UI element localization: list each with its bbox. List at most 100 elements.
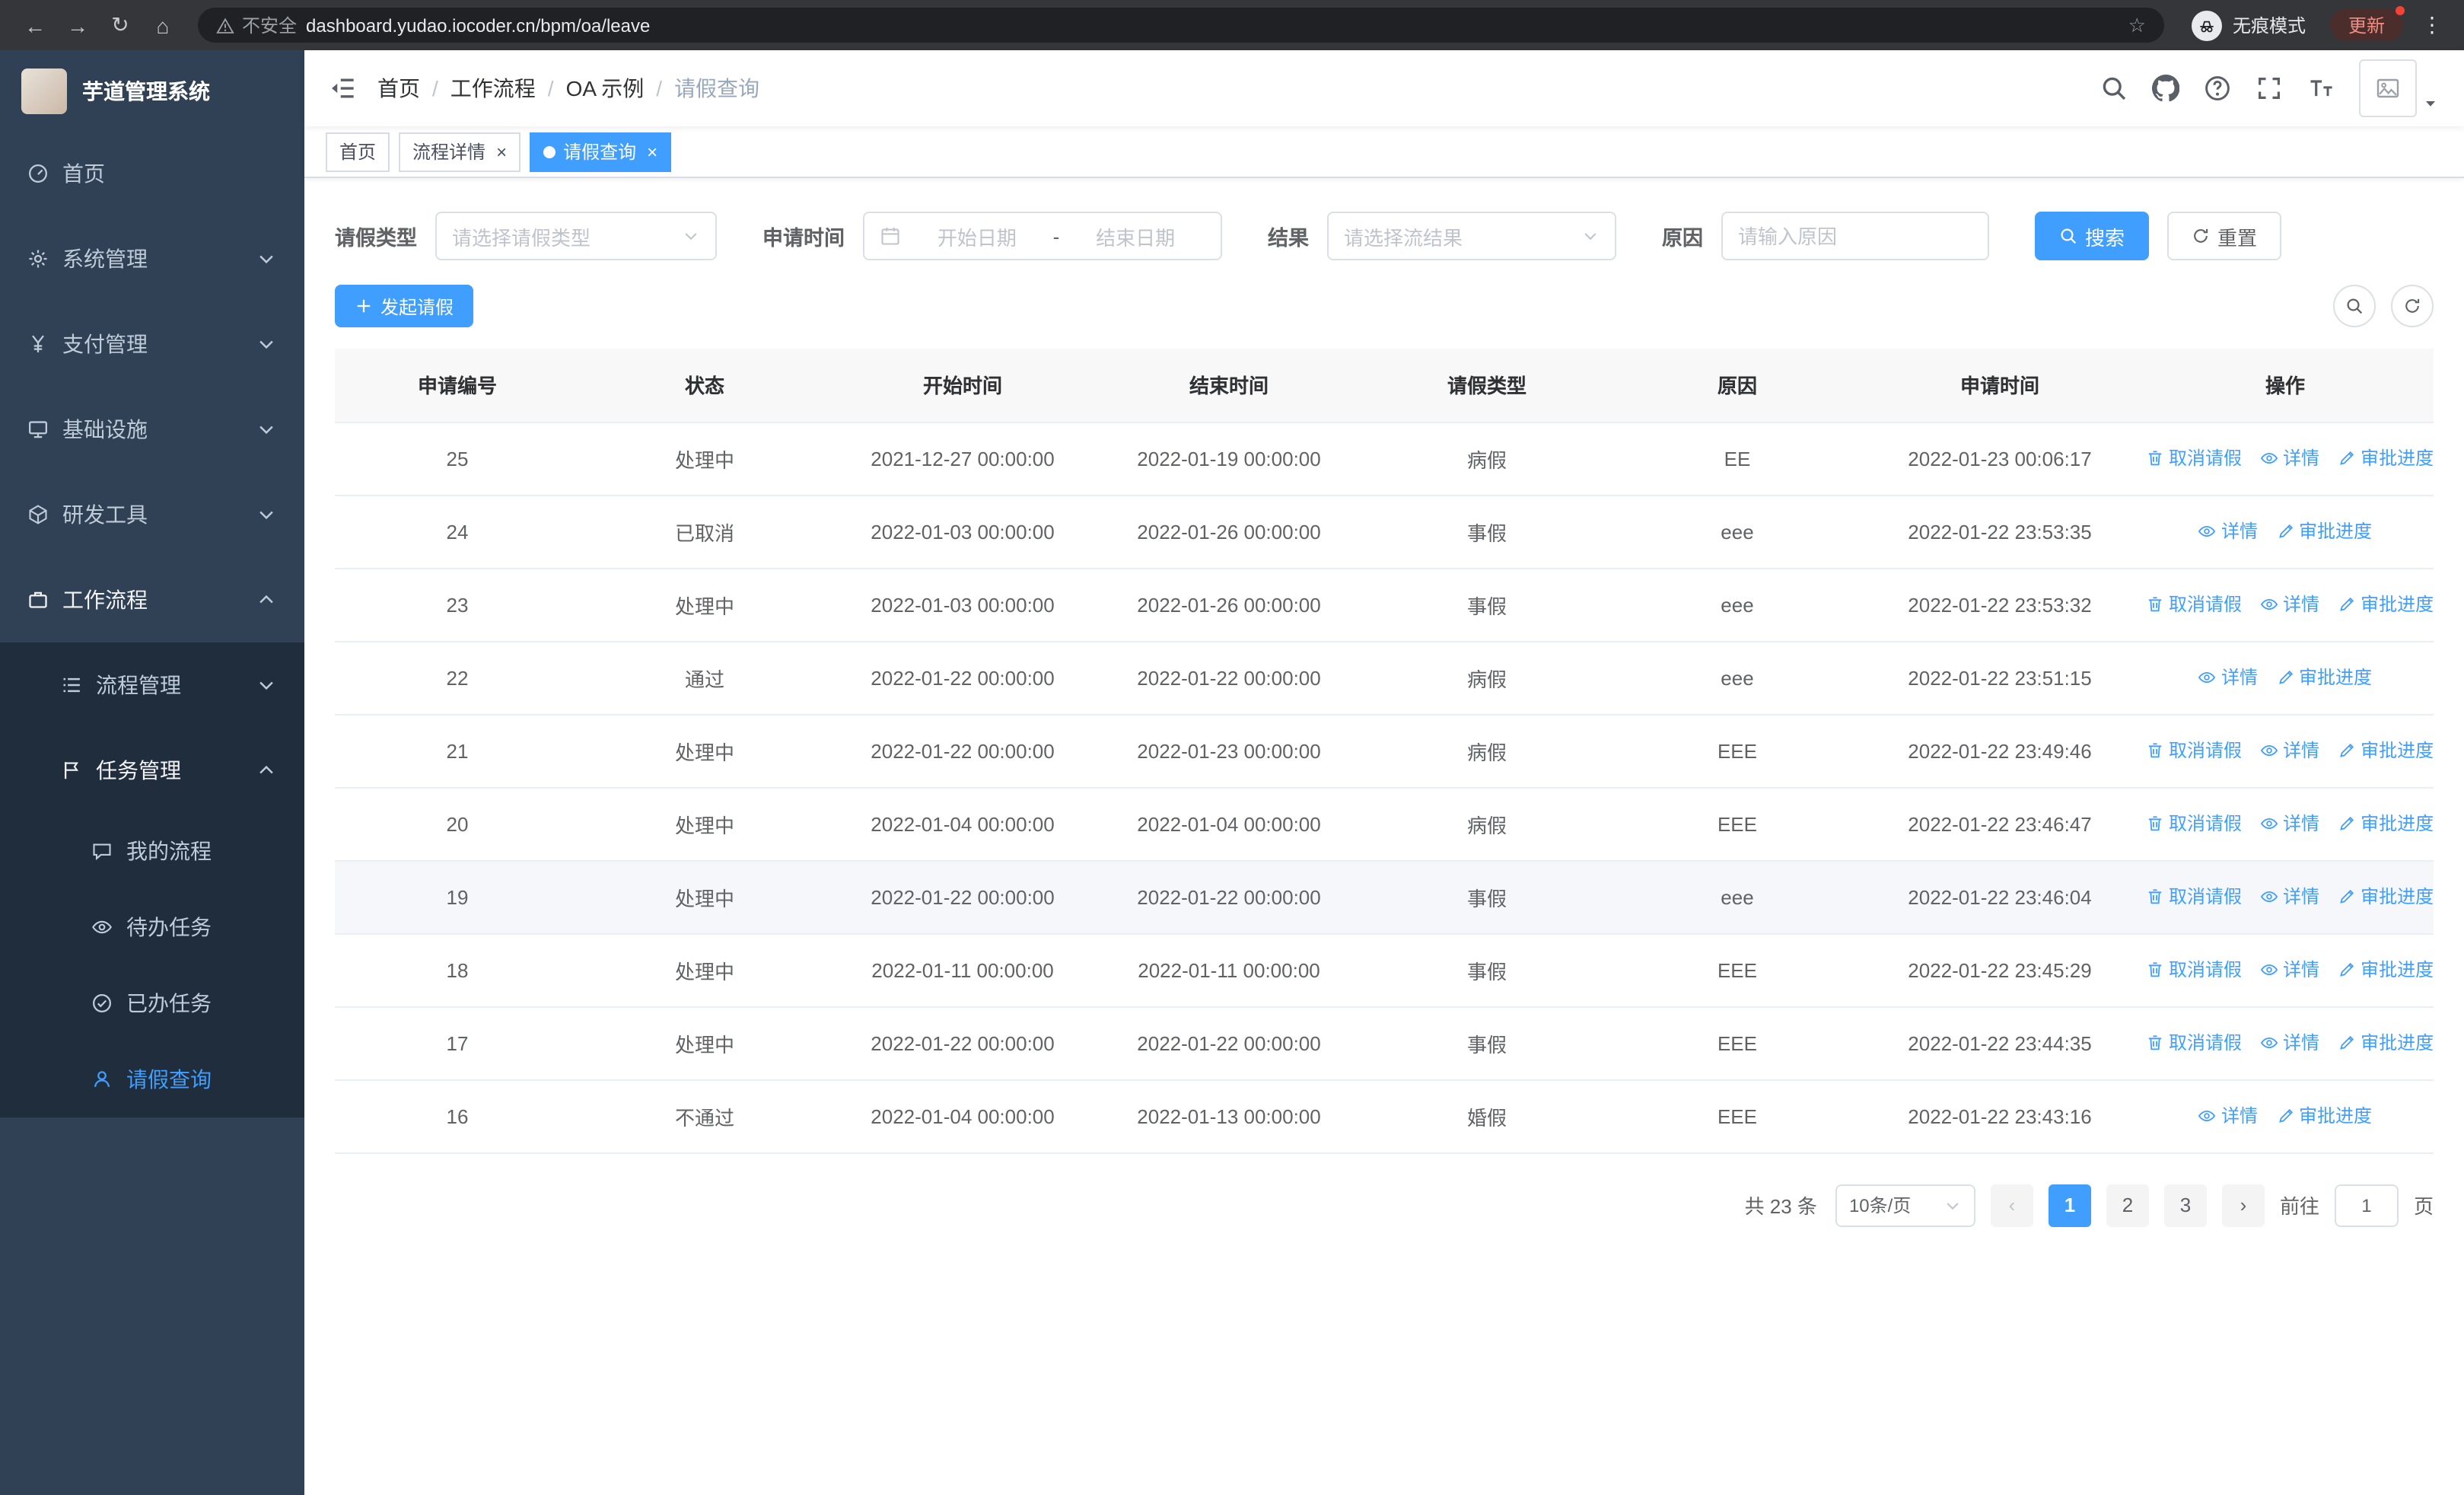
cell-end: 2022-01-04 00:00:00 [1096,787,1362,861]
table-row: 16 不通过 2022-01-04 00:00:00 2022-01-13 00… [335,1079,2434,1153]
question-icon [2204,75,2231,102]
user-menu[interactable] [2359,59,2440,117]
sidebar-item-my-process[interactable]: 我的流程 [0,813,304,889]
check-circle-icon [91,993,113,1014]
cell-end: 2022-01-11 00:00:00 [1096,933,1362,1007]
sidebar-item-todo-tasks[interactable]: 待办任务 [0,889,304,965]
next-page-button[interactable]: › [2221,1184,2265,1226]
goto-page-input[interactable] [2334,1184,2399,1226]
reset-button[interactable]: 重置 [2167,212,2282,260]
sidebar-toggle-icon[interactable] [329,75,356,102]
eye-icon [2260,449,2278,467]
cancel-leave-link[interactable]: 取消请假 [2146,738,2242,763]
breadcrumb-item[interactable]: 首页 [377,73,420,104]
sidebar-item-leave-query[interactable]: 请假查询 [0,1041,304,1117]
table-row: 23 处理中 2022-01-03 00:00:00 2022-01-26 00… [335,568,2434,642]
cell-status: 不通过 [580,1079,829,1153]
cancel-leave-link[interactable]: 取消请假 [2146,445,2242,471]
app-logo[interactable]: 芋道管理系统 [0,50,304,131]
sidebar-item-system-mgmt[interactable]: 系统管理 [0,216,304,301]
sidebar-item-done-tasks[interactable]: 已办任务 [0,965,304,1041]
sidebar-item-infrastructure[interactable]: 基础设施 [0,387,304,472]
cancel-leave-link[interactable]: 取消请假 [2146,1030,2242,1056]
sidebar-item-home[interactable]: 首页 [0,131,304,216]
sidebar-item-process-mgmt[interactable]: 流程管理 [0,642,304,728]
detail-link[interactable]: 详情 [2260,445,2319,471]
toggle-search-button[interactable] [2333,285,2376,327]
search-button[interactable]: 搜索 [2035,212,2150,260]
detail-link[interactable]: 详情 [2260,738,2319,763]
approval-progress-link[interactable]: 审批进度 [2338,957,2434,983]
detail-link[interactable]: 详情 [2198,665,2258,690]
result-select[interactable]: 请选择流结果 [1327,212,1616,260]
page-button-1[interactable]: 1 [2048,1184,2091,1226]
breadcrumb-item[interactable]: 工作流程 [450,73,536,104]
header-search-button[interactable] [2100,75,2128,102]
approval-progress-link[interactable]: 审批进度 [2338,445,2434,471]
detail-link[interactable]: 详情 [2260,811,2319,837]
approval-progress-link[interactable]: 审批进度 [2276,1103,2372,1129]
prev-page-button[interactable]: ‹ [1990,1184,2033,1226]
tab-home[interactable]: 首页 [326,132,390,171]
sidebar-item-dev-tools[interactable]: 研发工具 [0,472,304,557]
approval-progress-link[interactable]: 审批进度 [2338,1030,2434,1056]
address-bar[interactable]: 不安全 dashboard.yudao.iocoder.cn/bpm/oa/le… [198,8,2164,43]
security-status[interactable]: 不安全 [216,12,297,38]
table-row: 25 处理中 2021-12-27 00:00:00 2022-01-19 00… [335,422,2434,496]
detail-link[interactable]: 详情 [2260,1030,2319,1056]
chevron-down-icon [682,227,700,245]
close-icon[interactable]: × [647,142,657,161]
detail-link[interactable]: 详情 [2260,957,2319,983]
cell-status: 处理中 [580,787,829,861]
total-count: 共 23 条 [1744,1195,1817,1218]
breadcrumb-item[interactable]: OA 示例 [566,73,645,104]
page-size-select[interactable]: 10条/页 [1835,1184,1975,1226]
fullscreen-button[interactable] [2255,75,2283,102]
tab-leave-query[interactable]: 请假查询 × [530,132,672,171]
detail-link[interactable]: 详情 [2260,591,2319,617]
cell-status: 处理中 [580,1006,829,1080]
cell-start: 2022-01-11 00:00:00 [829,933,1096,1007]
reload-button[interactable]: ↻ [100,5,140,45]
browser-menu-button[interactable]: ⋮ [2415,12,2449,38]
leave-type-select[interactable]: 请选择请假类型 [435,212,717,260]
cell-id: 20 [335,787,580,861]
detail-link[interactable]: 详情 [2260,884,2319,910]
forward-button[interactable]: → [58,5,97,45]
cell-type: 事假 [1362,933,1612,1007]
page-button-3[interactable]: 3 [2163,1184,2207,1226]
approval-progress-link[interactable]: 审批进度 [2338,738,2434,763]
tab-process-detail[interactable]: 流程详情 × [399,132,521,171]
github-link[interactable] [2152,75,2179,102]
detail-link[interactable]: 详情 [2198,518,2258,544]
apply-time-range-picker[interactable]: 开始日期 - 结束日期 [863,212,1222,260]
fullscreen-icon [2255,75,2283,102]
close-icon[interactable]: × [496,142,507,161]
chevron-down-icon [1581,227,1600,245]
help-button[interactable] [2204,75,2231,102]
approval-progress-link[interactable]: 审批进度 [2276,665,2372,690]
page-button-2[interactable]: 2 [2106,1184,2149,1226]
bookmark-star-icon[interactable]: ☆ [2128,13,2146,37]
font-size-button[interactable] [2307,75,2335,102]
approval-progress-link[interactable]: 审批进度 [2338,591,2434,617]
approval-progress-link[interactable]: 审批进度 [2338,811,2434,837]
reason-input[interactable] [1721,212,1989,260]
approval-progress-link[interactable]: 审批进度 [2338,884,2434,910]
reset-button-label: 重置 [2217,226,2258,249]
home-button[interactable]: ⌂ [143,5,183,45]
cancel-leave-link[interactable]: 取消请假 [2146,957,2242,983]
create-leave-button[interactable]: 发起请假 [335,285,474,327]
browser-update-button[interactable]: 更新 [2329,6,2405,41]
back-button[interactable]: ← [15,5,55,45]
detail-link[interactable]: 详情 [2198,1103,2258,1129]
refresh-table-button[interactable] [2391,285,2434,327]
sidebar-item-task-mgmt[interactable]: 任务管理 [0,728,304,813]
sidebar-item-workflow[interactable]: 工作流程 [0,557,304,642]
sidebar-item-payment-mgmt[interactable]: 支付管理 [0,301,304,387]
cell-id: 24 [335,495,580,569]
cancel-leave-link[interactable]: 取消请假 [2146,811,2242,837]
cancel-leave-link[interactable]: 取消请假 [2146,591,2242,617]
approval-progress-link[interactable]: 审批进度 [2276,518,2372,544]
cancel-leave-link[interactable]: 取消请假 [2146,884,2242,910]
